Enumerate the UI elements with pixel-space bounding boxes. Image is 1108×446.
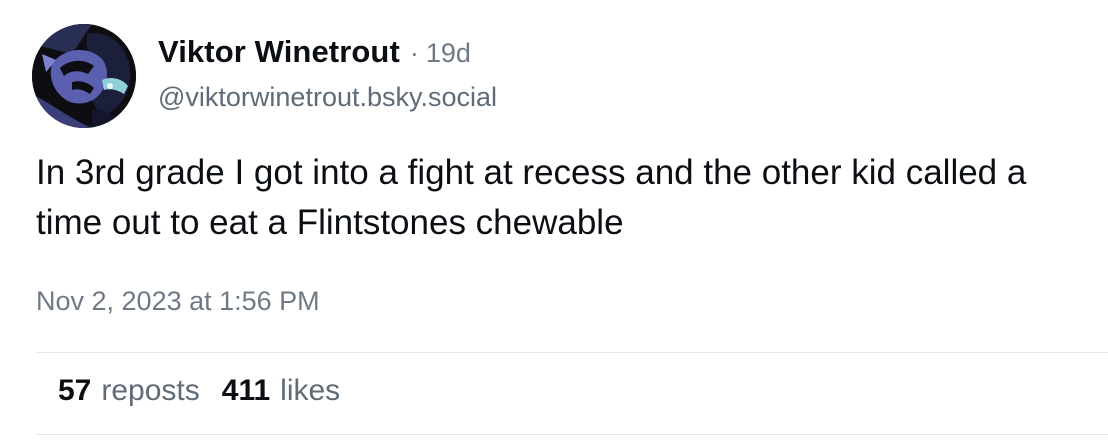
author-handle[interactable]: @viktorwinetrout.bsky.social xyxy=(158,82,1068,113)
reposts-count: 57 xyxy=(58,374,92,407)
likes-stat[interactable]: 411 likes xyxy=(222,374,340,408)
post-timestamp[interactable]: Nov 2, 2023 at 1:56 PM xyxy=(36,286,320,317)
post-text: In 3rd grade I got into a fight at reces… xyxy=(36,153,1037,242)
reposts-stat[interactable]: 57 reposts xyxy=(58,374,200,408)
likes-label: likes xyxy=(280,374,341,407)
likes-count: 411 xyxy=(221,374,271,407)
stats-divider-bottom xyxy=(36,434,1108,435)
author-name-row: Viktor Winetrout · 19d xyxy=(158,34,1068,74)
author-avatar[interactable] xyxy=(32,24,136,128)
engagement-stats: 57 reposts 411 likes xyxy=(58,374,362,408)
post-header: Viktor Winetrout · 19d @viktorwinetrout.… xyxy=(158,34,1068,113)
post-thread-item: Viktor Winetrout · 19d @viktorwinetrout.… xyxy=(0,0,1108,446)
stats-divider-top xyxy=(36,352,1108,353)
name-age-separator: · xyxy=(409,38,419,68)
post-age: 19d xyxy=(425,38,471,68)
comic-portrait-avatar-icon xyxy=(32,24,136,128)
reposts-label: reposts xyxy=(101,374,200,407)
author-display-name[interactable]: Viktor Winetrout xyxy=(158,34,400,70)
